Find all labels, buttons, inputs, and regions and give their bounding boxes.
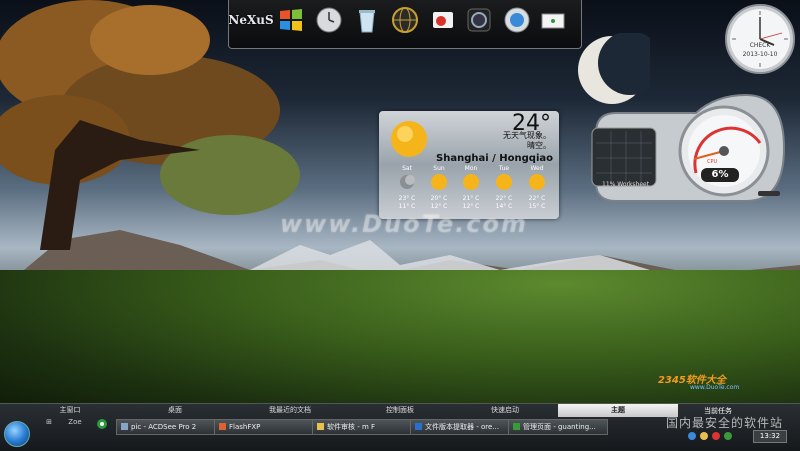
weather-location: Shanghai / Hongqiao xyxy=(436,153,553,164)
tab-quick-launch[interactable]: 快速启动 xyxy=(460,404,550,417)
weather-condition: 无天气现象。 晴空。 xyxy=(503,131,551,151)
nexus-logo[interactable]: NeXuS xyxy=(228,6,273,34)
windows-logo-icon[interactable] xyxy=(277,6,305,34)
weather-condition-line2: 晴空。 xyxy=(527,141,551,150)
site-tagline: 国内最安全的软件站 xyxy=(666,416,784,430)
sun-icon xyxy=(463,174,479,190)
acdsee-icon xyxy=(121,423,128,430)
cpu-label: CPU xyxy=(707,159,718,165)
tab-desktop[interactable]: 桌面 xyxy=(135,404,215,417)
grass-field xyxy=(0,270,800,410)
forecast-day: Sun 20° C 12° C xyxy=(427,165,451,211)
forecast-day-name: Tue xyxy=(498,165,510,172)
forecast-day: Mon 21° C 12° C xyxy=(459,165,483,211)
analog-clock-gadget[interactable] xyxy=(724,3,796,75)
forecast-day-name: Sun xyxy=(433,165,445,172)
task-flashfxp[interactable]: FlashFXP xyxy=(214,419,314,435)
forecast-high: 20° C xyxy=(430,195,448,202)
network-icon[interactable] xyxy=(688,432,696,440)
chrome-icon xyxy=(513,423,520,430)
tab-themes[interactable]: 主题 xyxy=(558,404,678,417)
weather-condition-line1: 无天气现象。 xyxy=(503,131,551,140)
clock-date: 2013-10-10 xyxy=(742,51,778,58)
cpu-percent: 6% xyxy=(701,168,739,182)
forecast-day-name: Wed xyxy=(530,165,544,172)
camera-icon[interactable] xyxy=(465,6,493,34)
folder-icon xyxy=(317,423,324,430)
forecast-high: 22° C xyxy=(495,195,513,202)
task-acdsee[interactable]: pic - ACDSee Pro 2 xyxy=(116,419,216,435)
tab-control-panel[interactable]: 控制面板 xyxy=(360,404,440,417)
forecast-day: Tue 22° C 14° C xyxy=(492,165,516,211)
weather-gadget[interactable]: 24° 无天气现象。 晴空。 Shanghai / Hongqiao Sat 2… xyxy=(379,111,559,219)
sun-icon xyxy=(391,121,427,157)
task-admin-page[interactable]: 管理页面 - guanting... xyxy=(508,419,608,435)
flag-icon[interactable] xyxy=(539,6,567,34)
nexus-dock: NeXuS xyxy=(228,0,582,49)
recycle-bin-icon[interactable] xyxy=(353,6,381,34)
tab-recent-documents[interactable]: 我最近的文档 xyxy=(240,404,340,417)
web-browser-icon[interactable] xyxy=(503,6,531,34)
forecast-low: 15° C xyxy=(528,203,546,210)
zoe-icon[interactable]: Zoe xyxy=(68,418,82,432)
sun-icon xyxy=(431,174,447,190)
ie-icon xyxy=(415,423,422,430)
clock-time[interactable]: 13:32 xyxy=(753,430,787,443)
chrome-icon[interactable] xyxy=(95,418,109,432)
site-url: www.DuoTe.com xyxy=(690,384,740,391)
sun-icon xyxy=(496,174,512,190)
globe-icon[interactable] xyxy=(391,6,419,34)
task-software-review[interactable]: 软件审核 - m F xyxy=(312,419,412,435)
forecast-high: 21° C xyxy=(462,195,480,202)
forecast-high: 23° C xyxy=(398,195,416,202)
media-player-icon[interactable] xyxy=(429,6,457,34)
tray-app-icon[interactable] xyxy=(724,432,732,440)
worksheet-label: 11% Worksheet xyxy=(602,181,650,188)
start-button[interactable] xyxy=(4,421,30,447)
tab-main-window[interactable]: 主窗口 xyxy=(30,404,110,417)
volume-icon[interactable] xyxy=(700,432,708,440)
clock-label: CHECK xyxy=(749,42,771,49)
task-file-version-extractor[interactable]: 文件版本提取器 - ore... xyxy=(410,419,510,435)
clock-icon[interactable] xyxy=(315,6,343,34)
forecast-day-name: Mon xyxy=(464,165,478,172)
windows-flag-icon[interactable]: ⊞ xyxy=(42,418,56,432)
flashfxp-icon xyxy=(219,423,226,430)
forecast-day: Wed 22° C 15° C xyxy=(525,165,549,211)
watermark: www.DuoTe.com xyxy=(280,210,528,238)
cloudy-moon-icon xyxy=(400,175,415,189)
taskbar-tab-row: 主窗口 桌面 我最近的文档 控制面板 快速启动 主题 xyxy=(30,404,730,417)
forecast-day: Sat 23° C 11° C xyxy=(395,165,419,211)
sun-icon xyxy=(529,174,545,190)
security-icon[interactable] xyxy=(712,432,720,440)
forecast-high: 22° C xyxy=(528,195,546,202)
forecast-day-name: Sat xyxy=(402,165,412,172)
